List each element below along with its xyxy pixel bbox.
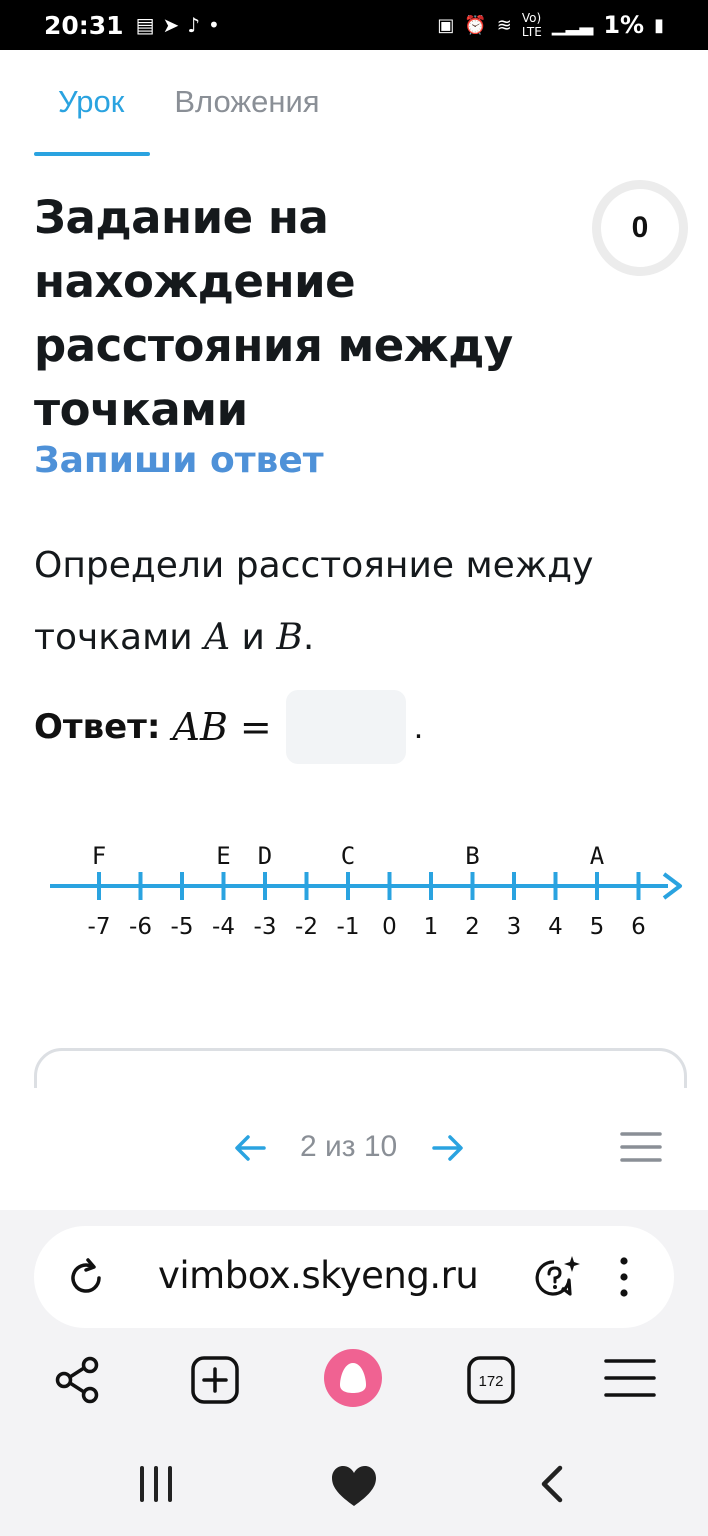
- number-line: -7 -6 -5 -4 -3 -2 -1 0 1 2 3 4 5 6 F ED C B A: [50, 842, 682, 940]
- lesson-tabs: Урок Вложения: [34, 76, 346, 156]
- pager-counter: 2 из 10: [300, 1130, 398, 1163]
- score-badge: 0: [592, 180, 688, 276]
- answer-row: Ответ: AB = .: [34, 690, 423, 764]
- tasks-menu-icon[interactable]: [620, 1130, 662, 1164]
- task-pager: 2 из 10: [0, 1088, 708, 1210]
- status-right-icons: ▣ ⏰ ≋ Vo) LTE ▁▂▃ 1% ▮: [437, 11, 664, 39]
- number-line-tick-label: 0: [382, 914, 397, 940]
- point-a-label: A: [204, 617, 231, 658]
- number-line-tick-label: 5: [590, 914, 605, 940]
- back-icon[interactable]: [538, 1464, 566, 1504]
- status-time: 20:31: [44, 10, 124, 40]
- next-arrow-icon[interactable]: [428, 1128, 468, 1168]
- number-line-point-c: C: [341, 842, 355, 870]
- tab-lesson[interactable]: Урок: [34, 76, 151, 156]
- question-text: Определи расстояние между точками A и B.: [34, 530, 674, 674]
- alice-assistant-icon[interactable]: [322, 1347, 384, 1409]
- question-period: .: [302, 617, 315, 658]
- alarm-icon: ⏰: [464, 14, 487, 36]
- address-bar[interactable]: vimbox.skyeng.ru: [34, 1226, 674, 1328]
- number-line-tick-label: -7: [88, 914, 111, 940]
- number-line-point-b: B: [465, 842, 479, 870]
- status-left-icons: ▤ ➤ ♪ •: [136, 15, 220, 35]
- point-b-label: B: [276, 617, 303, 658]
- number-line-tick-label: 1: [424, 914, 439, 940]
- number-line-tick-label: -3: [254, 914, 277, 940]
- number-line-point-f: F: [92, 842, 106, 870]
- number-line-point-a: A: [590, 842, 605, 870]
- browser-toolbar: 172: [0, 1349, 708, 1425]
- task-title: Задание на нахождение расстояния между т…: [34, 191, 513, 436]
- wifi-icon: ≋: [496, 14, 512, 36]
- new-tab-icon[interactable]: [190, 1355, 240, 1405]
- prev-arrow-icon[interactable]: [230, 1128, 270, 1168]
- home-heart-icon[interactable]: [330, 1464, 378, 1508]
- system-navbar: [0, 1450, 708, 1536]
- calendar-icon: ▤: [135, 13, 155, 37]
- more-vertical-icon[interactable]: [614, 1254, 634, 1300]
- number-line-ticks: -7 -6 -5 -4 -3 -2 -1 0 1 2 3 4 5 6: [88, 872, 646, 940]
- answer-label: Ответ:: [34, 707, 161, 747]
- number-line-tick-label: -6: [129, 914, 152, 940]
- status-bar: 20:31 ▤ ➤ ♪ • ▣ ⏰ ≋ Vo) LTE ▁▂▃ 1% ▮: [0, 0, 708, 50]
- battery-icon: ▮: [654, 14, 664, 36]
- tabs-count-icon[interactable]: 172: [466, 1355, 516, 1405]
- question-conj: и: [241, 617, 265, 658]
- answer-equals: =: [239, 705, 272, 749]
- number-line-points: F ED C B A: [92, 842, 605, 870]
- share-icon[interactable]: [52, 1355, 102, 1405]
- answer-input[interactable]: [285, 690, 406, 764]
- volte-icon: Vo) LTE: [521, 11, 542, 39]
- number-line-tick-label: -2: [295, 914, 318, 940]
- battery-level: 1%: [603, 11, 645, 39]
- browser-chrome: vimbox.skyeng.ru 172: [0, 1210, 708, 1536]
- number-line-tick-label: -4: [212, 914, 235, 940]
- number-line-point-d: D: [258, 842, 272, 870]
- tabs-count: 172: [478, 1373, 503, 1390]
- signal-icon: ▁▂▃: [551, 14, 594, 36]
- tab-attachments[interactable]: Вложения: [150, 76, 345, 156]
- task-subtitle: Запиши ответ: [34, 440, 324, 481]
- number-line-tick-label: -1: [337, 914, 360, 940]
- dot-icon: •: [208, 13, 220, 37]
- number-line-point-e: E: [216, 842, 230, 870]
- nfc-icon: ▣: [437, 14, 455, 36]
- url-text[interactable]: vimbox.skyeng.ru: [158, 1254, 479, 1297]
- answer-period: .: [413, 707, 424, 746]
- answer-expression: AB: [172, 705, 228, 749]
- number-line-tick-label: -5: [171, 914, 194, 940]
- number-line-tick-label: 2: [465, 914, 480, 940]
- browser-menu-icon[interactable]: [604, 1355, 656, 1401]
- recent-apps-icon[interactable]: [138, 1464, 174, 1504]
- alice-chat-icon[interactable]: [532, 1254, 582, 1302]
- tiktok-icon: ♪: [187, 13, 201, 37]
- reload-icon[interactable]: [64, 1256, 108, 1300]
- telegram-icon: ➤: [162, 13, 180, 37]
- number-line-tick-label: 3: [507, 914, 522, 940]
- number-line-tick-label: 4: [548, 914, 563, 940]
- number-line-tick-label: 6: [631, 914, 646, 940]
